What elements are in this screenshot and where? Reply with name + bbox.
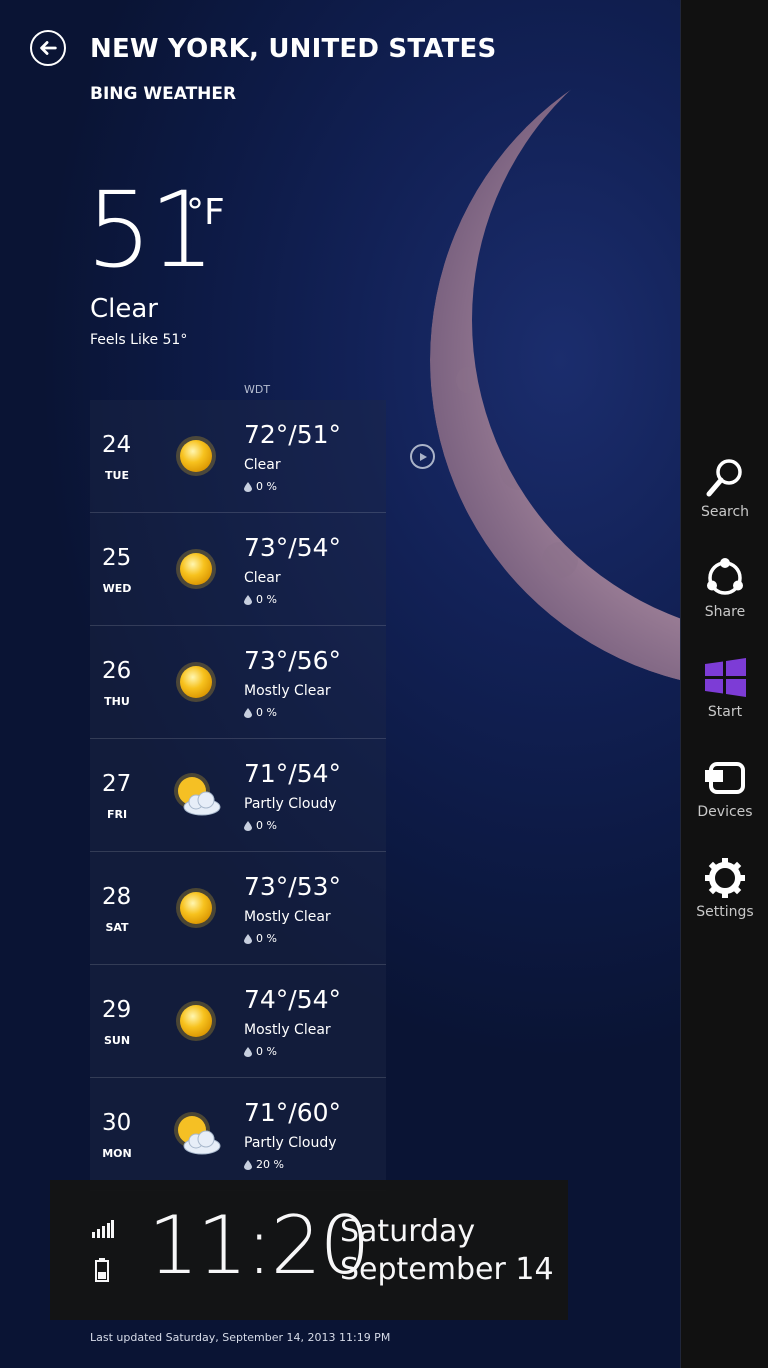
sun-icon	[168, 656, 224, 708]
search-icon	[706, 459, 742, 497]
precipitation-value: 0 %	[256, 819, 277, 832]
forecast-date: 25	[102, 545, 132, 571]
forecast-condition: Clear	[244, 570, 281, 586]
partly-cloudy-icon	[168, 769, 224, 821]
partly-cloudy-icon	[168, 1108, 224, 1160]
temperature-unit: °F	[186, 192, 225, 233]
forecast-weekday: THU	[104, 695, 130, 708]
forecast-condition: Mostly Clear	[244, 909, 331, 925]
back-button[interactable]	[30, 30, 66, 66]
forecast-high-low: 71°/54°	[244, 759, 342, 788]
windows-logo-icon	[705, 658, 746, 697]
forecast-weekday: MON	[102, 1147, 132, 1160]
precipitation-chance: 0 %	[244, 706, 277, 719]
forecast-weekday: WED	[102, 582, 132, 595]
raindrop-icon	[244, 820, 252, 831]
raindrop-icon	[244, 707, 252, 718]
forecast-high-low: 72°/51°	[244, 420, 342, 449]
forecast-high-low: 73°/53°	[244, 872, 342, 901]
clock-time: 11:20	[148, 1199, 371, 1292]
sun-icon	[168, 995, 224, 1047]
forecast-condition: Mostly Clear	[244, 683, 331, 699]
sun-icon	[168, 430, 224, 482]
precipitation-chance: 0 %	[244, 480, 277, 493]
raindrop-icon	[244, 481, 252, 492]
next-page-button[interactable]	[410, 444, 435, 469]
forecast-weekday: SAT	[105, 921, 129, 934]
sun-icon	[168, 882, 224, 934]
forecast-day-row[interactable]: 30 MON 71°/60° Partly Cloudy 20 %	[90, 1078, 386, 1191]
location-title: NEW YORK, UNITED STATES	[90, 34, 497, 64]
charm-label: Share	[704, 604, 746, 620]
forecast-condition: Mostly Clear	[244, 1022, 331, 1038]
forecast-date: 29	[102, 997, 132, 1023]
lock-clock-overlay: 11:20 Saturday September 14	[50, 1180, 568, 1320]
precipitation-value: 0 %	[256, 932, 277, 945]
raindrop-icon	[244, 1159, 252, 1170]
share-icon	[707, 558, 743, 595]
charm-start[interactable]: Start	[681, 656, 768, 746]
charm-label: Settings	[696, 904, 754, 920]
forecast-date: 26	[102, 658, 132, 684]
weather-background: NEW YORK, UNITED STATES BING WEATHER 51 …	[0, 0, 680, 1368]
forecast-day-row[interactable]: 26 THU 73°/56° Mostly Clear 0 %	[90, 626, 386, 739]
charm-label: Start	[707, 704, 743, 720]
clock-weekday: Saturday	[340, 1214, 476, 1249]
forecast-weekday: FRI	[106, 808, 128, 821]
raindrop-icon	[244, 1046, 252, 1057]
forecast-high-low: 71°/60°	[244, 1098, 342, 1127]
charm-devices[interactable]: Devices	[681, 756, 768, 846]
charm-search[interactable]: Search	[681, 456, 768, 546]
precipitation-chance: 0 %	[244, 932, 277, 945]
precipitation-chance: 0 %	[244, 593, 277, 606]
forecast-day-row[interactable]: 28 SAT 73°/53° Mostly Clear 0 %	[90, 852, 386, 965]
charms-bar: Search Share Start Devices Settings	[680, 0, 768, 1368]
app-name: BING WEATHER	[90, 84, 237, 104]
precipitation-chance: 20 %	[244, 1158, 284, 1171]
forecast-date: 28	[102, 884, 132, 910]
sun-icon	[168, 543, 224, 595]
forecast-day-row[interactable]: 27 FRI 71°/54° Partly Cloudy 0 %	[90, 739, 386, 852]
forecast-condition: Clear	[244, 457, 281, 473]
forecast-high-low: 73°/54°	[244, 533, 342, 562]
feels-like: Feels Like 51°	[90, 332, 188, 348]
forecast-provider-label: WDT	[244, 383, 271, 396]
battery-icon	[95, 1258, 109, 1282]
precipitation-chance: 0 %	[244, 819, 277, 832]
last-updated-text: Last updated Saturday, September 14, 201…	[90, 1331, 391, 1344]
forecast-weekday: SUN	[103, 1034, 131, 1047]
precipitation-value: 0 %	[256, 1045, 277, 1058]
back-arrow-icon	[40, 41, 57, 55]
daily-forecast-list: 24 TUE 72°/51° Clear 0 % 25 WED 73°/54° Clear 0 %…	[90, 400, 386, 1191]
forecast-date: 27	[102, 771, 132, 797]
forecast-high-low: 73°/56°	[244, 646, 342, 675]
precipitation-value: 0 %	[256, 593, 277, 606]
devices-icon	[705, 762, 745, 794]
forecast-date: 24	[102, 432, 132, 458]
precipitation-value: 0 %	[256, 480, 277, 493]
signal-strength-icon	[92, 1220, 114, 1238]
play-arrow-icon	[419, 452, 427, 461]
precipitation-value: 20 %	[256, 1158, 284, 1171]
forecast-day-row[interactable]: 25 WED 73°/54° Clear 0 %	[90, 513, 386, 626]
forecast-day-row[interactable]: 24 TUE 72°/51° Clear 0 %	[90, 400, 386, 513]
precipitation-value: 0 %	[256, 706, 277, 719]
current-condition: Clear	[90, 294, 158, 324]
forecast-day-row[interactable]: 29 SUN 74°/54° Mostly Clear 0 %	[90, 965, 386, 1078]
forecast-condition: Partly Cloudy	[244, 1135, 337, 1151]
charm-settings[interactable]: Settings	[681, 856, 768, 946]
charm-label: Devices	[697, 804, 753, 820]
charm-share[interactable]: Share	[681, 556, 768, 646]
forecast-weekday: TUE	[105, 469, 129, 482]
gear-icon	[705, 858, 745, 898]
raindrop-icon	[244, 594, 252, 605]
forecast-high-low: 74°/54°	[244, 985, 342, 1014]
forecast-date: 30	[102, 1110, 132, 1136]
forecast-condition: Partly Cloudy	[244, 796, 337, 812]
charm-label: Search	[700, 504, 750, 520]
clock-date: September 14	[340, 1252, 554, 1287]
precipitation-chance: 0 %	[244, 1045, 277, 1058]
raindrop-icon	[244, 933, 252, 944]
